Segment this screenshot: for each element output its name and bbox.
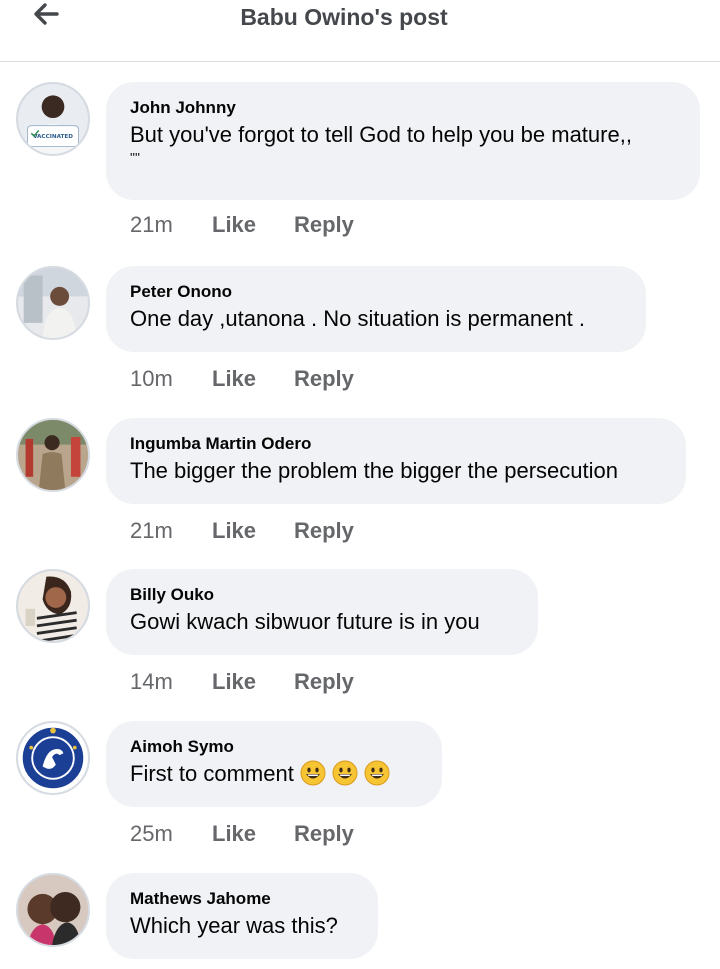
like-button[interactable]: Like (212, 669, 294, 695)
comment-text: One day ,utanona . No situation is perma… (130, 306, 585, 331)
avatar[interactable] (16, 266, 90, 340)
comment-bubble: Aimoh Symo First to comment (106, 721, 442, 807)
comment-text-row: First to comment (130, 759, 418, 789)
comment-text: But you've forgot to tell God to help yo… (130, 122, 632, 147)
grinning-face-emoji-icon (332, 760, 358, 786)
grinning-face-emoji-icon (300, 760, 326, 786)
comment-author[interactable]: Aimoh Symo (130, 737, 418, 757)
avatar[interactable] (16, 418, 90, 492)
comment-bubble: Billy Ouko Gowi kwach sibwuor future is … (106, 569, 538, 655)
comment-author[interactable]: Ingumba Martin Odero (130, 434, 662, 454)
avatar[interactable]: VACCINATED (16, 82, 90, 156)
comment-actions: 10m Like Reply (130, 366, 354, 392)
top-bar: Babu Owino's post (0, 0, 720, 62)
comment-bubble: Mathews Jahome Which year was this? (106, 873, 378, 959)
comment-text-continued: '''' (130, 150, 140, 165)
comment-author[interactable]: John Johnny (130, 98, 676, 118)
comment-bubble: John Johnny But you've forgot to tell Go… (106, 82, 700, 200)
comment-author[interactable]: Billy Ouko (130, 585, 514, 605)
comment-text: Which year was this? (130, 913, 338, 938)
comment-time[interactable]: 10m (130, 366, 212, 392)
vaccinated-badge-text: VACCINATED (33, 134, 73, 140)
comment-actions: 25m Like Reply (130, 821, 354, 847)
reply-button[interactable]: Reply (294, 821, 354, 847)
avatar[interactable] (16, 873, 90, 947)
comment-actions: 21m Like Reply (130, 518, 354, 544)
comment-author[interactable]: Mathews Jahome (130, 889, 354, 909)
reply-button[interactable]: Reply (294, 212, 354, 238)
comment-text: Gowi kwach sibwuor future is in you (130, 609, 480, 634)
avatar[interactable] (16, 721, 90, 795)
comment-text: First to comment (130, 761, 294, 786)
like-button[interactable]: Like (212, 212, 294, 238)
comment-time[interactable]: 21m (130, 212, 212, 238)
comment-author[interactable]: Peter Onono (130, 282, 622, 302)
comment-actions: 14m Like Reply (130, 669, 354, 695)
page-title: Babu Owino's post (240, 4, 448, 30)
reply-button[interactable]: Reply (294, 669, 354, 695)
like-button[interactable]: Like (212, 366, 294, 392)
comment-time[interactable]: 21m (130, 518, 212, 544)
grinning-face-emoji-icon (364, 760, 390, 786)
reply-button[interactable]: Reply (294, 518, 354, 544)
comment-text: The bigger the problem the bigger the pe… (130, 458, 618, 483)
comment-bubble: Ingumba Martin Odero The bigger the prob… (106, 418, 686, 504)
like-button[interactable]: Like (212, 518, 294, 544)
comment-time[interactable]: 14m (130, 669, 212, 695)
reply-button[interactable]: Reply (294, 366, 354, 392)
comment-time[interactable]: 25m (130, 821, 212, 847)
like-button[interactable]: Like (212, 821, 294, 847)
comment-bubble: Peter Onono One day ,utanona . No situat… (106, 266, 646, 352)
avatar[interactable] (16, 569, 90, 643)
comment-actions: 21m Like Reply (130, 212, 354, 238)
